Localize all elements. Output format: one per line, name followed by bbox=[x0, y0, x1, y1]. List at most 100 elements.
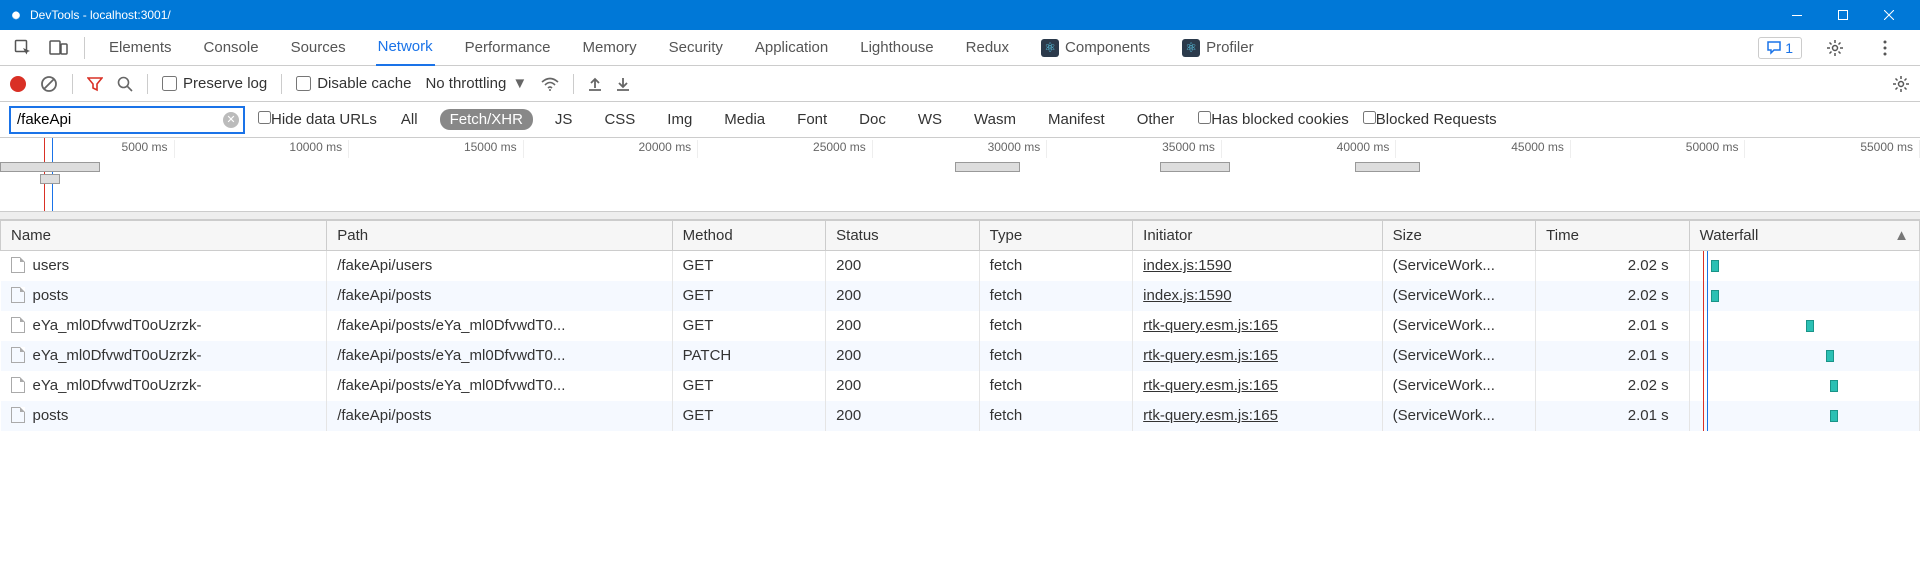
filter-toggle-button[interactable] bbox=[87, 76, 103, 92]
column-header-initiator[interactable]: Initiator bbox=[1133, 221, 1382, 251]
window-close-button[interactable] bbox=[1866, 0, 1912, 30]
record-button[interactable] bbox=[10, 76, 26, 92]
waterfall-cell bbox=[1700, 377, 1909, 395]
filter-chip-manifest[interactable]: Manifest bbox=[1038, 109, 1115, 130]
column-header-type[interactable]: Type bbox=[979, 221, 1133, 251]
tab-redux[interactable]: Redux bbox=[964, 30, 1011, 66]
inspect-element-button[interactable] bbox=[6, 33, 40, 63]
tab-profiler[interactable]: ⚛Profiler bbox=[1180, 30, 1256, 66]
request-time: 2.01 s bbox=[1536, 341, 1690, 371]
chevron-down-icon: ▼ bbox=[512, 75, 527, 92]
message-icon bbox=[1767, 41, 1781, 55]
column-header-name[interactable]: Name bbox=[1, 221, 327, 251]
request-name: posts bbox=[33, 407, 69, 424]
request-path: /fakeApi/users bbox=[327, 251, 672, 281]
search-icon bbox=[117, 76, 133, 92]
tab-application[interactable]: Application bbox=[753, 30, 830, 66]
column-header-size[interactable]: Size bbox=[1382, 221, 1536, 251]
tab-label: Console bbox=[204, 39, 259, 56]
clear-button[interactable] bbox=[40, 75, 58, 93]
request-initiator[interactable]: rtk-query.esm.js:165 bbox=[1143, 407, 1278, 424]
tab-network[interactable]: Network bbox=[376, 30, 435, 66]
tab-security[interactable]: Security bbox=[667, 30, 725, 66]
search-button[interactable] bbox=[117, 76, 133, 92]
request-path: /fakeApi/posts/eYa_ml0DfvwdT0... bbox=[327, 341, 672, 371]
filter-chip-js[interactable]: JS bbox=[545, 109, 583, 130]
waterfall-cell bbox=[1700, 287, 1909, 305]
tab-label: Lighthouse bbox=[860, 39, 933, 56]
column-header-waterfall[interactable]: Waterfall▲ bbox=[1689, 221, 1919, 251]
filter-chip-doc[interactable]: Doc bbox=[849, 109, 896, 130]
clear-filter-button[interactable]: ✕ bbox=[223, 112, 239, 128]
request-type: fetch bbox=[979, 281, 1133, 311]
more-button[interactable] bbox=[1868, 33, 1902, 63]
timeline-tick: 35000 ms bbox=[1047, 140, 1222, 158]
filter-chip-all[interactable]: All bbox=[391, 109, 428, 130]
table-row[interactable]: eYa_ml0DfvwdT0oUzrzk-/fakeApi/posts/eYa_… bbox=[1, 371, 1920, 401]
request-initiator[interactable]: index.js:1590 bbox=[1143, 257, 1231, 274]
table-row[interactable]: eYa_ml0DfvwdT0oUzrzk-/fakeApi/posts/eYa_… bbox=[1, 341, 1920, 371]
close-icon: ✕ bbox=[226, 113, 235, 126]
request-initiator[interactable]: index.js:1590 bbox=[1143, 287, 1231, 304]
network-settings-button[interactable] bbox=[1892, 75, 1910, 93]
filter-chip-ws[interactable]: WS bbox=[908, 109, 952, 130]
request-status: 200 bbox=[826, 281, 980, 311]
filter-chip-fetchxhr[interactable]: Fetch/XHR bbox=[440, 109, 533, 130]
timeline-overview[interactable]: 5000 ms10000 ms15000 ms20000 ms25000 ms3… bbox=[0, 138, 1920, 212]
timeline-tick: 40000 ms bbox=[1222, 140, 1397, 158]
request-initiator[interactable]: rtk-query.esm.js:165 bbox=[1143, 377, 1278, 394]
request-initiator[interactable]: rtk-query.esm.js:165 bbox=[1143, 347, 1278, 364]
panel-tabstrip: Elements Console Sources Network Performance… bbox=[0, 30, 1920, 66]
filter-bar: ✕ Hide data URLs All Fetch/XHR JS CSS Img Med… bbox=[0, 102, 1920, 138]
request-method: PATCH bbox=[672, 341, 826, 371]
column-header-time[interactable]: Time bbox=[1536, 221, 1690, 251]
request-initiator[interactable]: rtk-query.esm.js:165 bbox=[1143, 317, 1278, 334]
table-row[interactable]: posts/fakeApi/postsGET200fetchindex.js:1… bbox=[1, 281, 1920, 311]
window-minimize-button[interactable] bbox=[1774, 0, 1820, 30]
filter-input[interactable] bbox=[10, 107, 244, 133]
request-size: (ServiceWork... bbox=[1382, 281, 1536, 311]
column-header-path[interactable]: Path bbox=[327, 221, 672, 251]
tab-console[interactable]: Console bbox=[202, 30, 261, 66]
hide-data-urls-checkbox[interactable]: Hide data URLs bbox=[258, 111, 377, 128]
device-toolbar-button[interactable] bbox=[42, 33, 76, 63]
request-path: /fakeApi/posts/eYa_ml0DfvwdT0... bbox=[327, 311, 672, 341]
column-header-status[interactable]: Status bbox=[826, 221, 980, 251]
tab-sources[interactable]: Sources bbox=[289, 30, 348, 66]
request-type: fetch bbox=[979, 311, 1133, 341]
gear-icon bbox=[1826, 39, 1844, 57]
funnel-icon bbox=[87, 76, 103, 92]
request-size: (ServiceWork... bbox=[1382, 341, 1536, 371]
settings-button[interactable] bbox=[1818, 33, 1852, 63]
filter-chip-wasm[interactable]: Wasm bbox=[964, 109, 1026, 130]
request-status: 200 bbox=[826, 401, 980, 431]
tab-memory[interactable]: Memory bbox=[581, 30, 639, 66]
throttling-dropdown[interactable]: No throttling ▼ bbox=[425, 75, 527, 92]
filter-chip-font[interactable]: Font bbox=[787, 109, 837, 130]
column-header-method[interactable]: Method bbox=[672, 221, 826, 251]
filter-chip-media[interactable]: Media bbox=[714, 109, 775, 130]
preserve-log-checkbox[interactable]: Preserve log bbox=[162, 75, 267, 92]
table-row[interactable]: users/fakeApi/usersGET200fetchindex.js:1… bbox=[1, 251, 1920, 281]
tab-components[interactable]: ⚛Components bbox=[1039, 30, 1152, 66]
filter-chip-css[interactable]: CSS bbox=[594, 109, 645, 130]
filter-chip-img[interactable]: Img bbox=[657, 109, 702, 130]
issues-button[interactable]: 1 bbox=[1758, 37, 1802, 59]
export-har-button[interactable] bbox=[616, 76, 630, 92]
tab-performance[interactable]: Performance bbox=[463, 30, 553, 66]
disable-cache-checkbox[interactable]: Disable cache bbox=[296, 75, 411, 92]
react-icon: ⚛ bbox=[1182, 39, 1200, 57]
request-size: (ServiceWork... bbox=[1382, 251, 1536, 281]
network-conditions-button[interactable] bbox=[541, 77, 559, 91]
blocked-cookies-checkbox[interactable]: Has blocked cookies bbox=[1198, 111, 1349, 128]
import-har-button[interactable] bbox=[588, 76, 602, 92]
blocked-requests-checkbox[interactable]: Blocked Requests bbox=[1363, 111, 1497, 128]
window-title: DevTools - localhost:3001/ bbox=[30, 8, 171, 22]
table-row[interactable]: eYa_ml0DfvwdT0oUzrzk-/fakeApi/posts/eYa_… bbox=[1, 311, 1920, 341]
tab-lighthouse[interactable]: Lighthouse bbox=[858, 30, 935, 66]
tab-elements[interactable]: Elements bbox=[107, 30, 174, 66]
table-row[interactable]: posts/fakeApi/postsGET200fetchrtk-query.… bbox=[1, 401, 1920, 431]
split-handle[interactable] bbox=[0, 212, 1920, 220]
window-maximize-button[interactable] bbox=[1820, 0, 1866, 30]
filter-chip-other[interactable]: Other bbox=[1127, 109, 1185, 130]
